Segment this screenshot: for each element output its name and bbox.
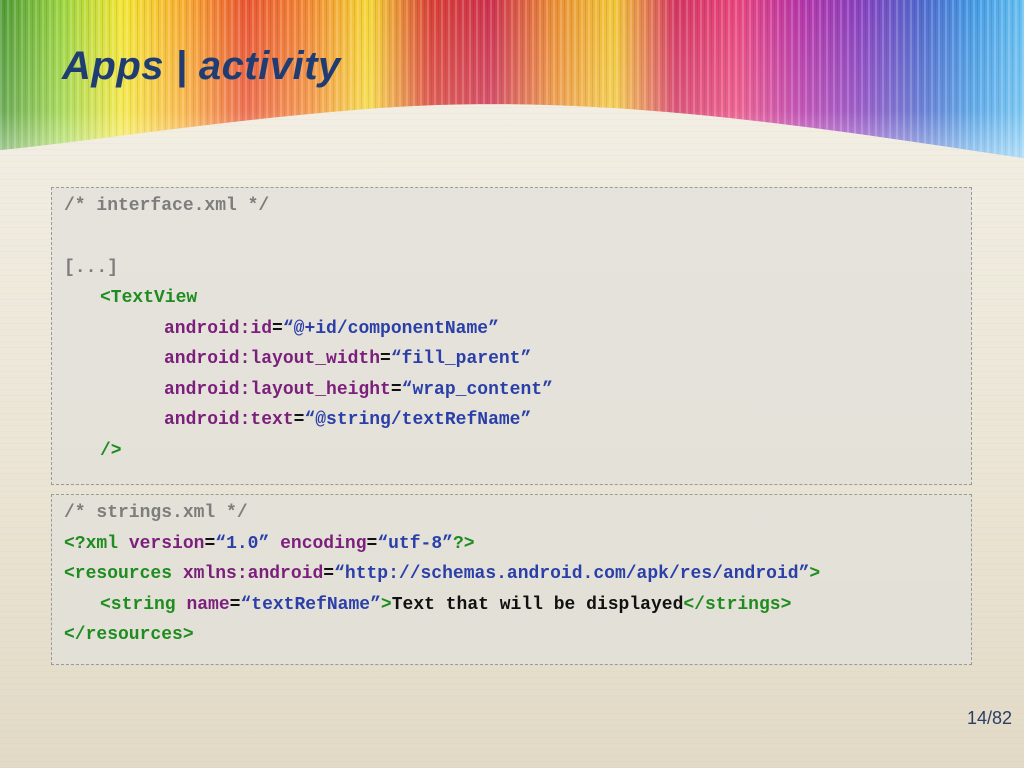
code-attribute-line: android:id=“@+id/componentName”	[164, 319, 499, 339]
code-open-tag: <TextView	[100, 288, 198, 308]
strings-xml-code-block: /* strings.xml */ <?xml version=“1.0” en…	[51, 494, 972, 665]
code-ellipsis: [...]	[64, 258, 119, 278]
slide-title: Apps | activity	[62, 44, 341, 88]
code-xml-declaration: <?xml version=“1.0” encoding=“utf-8”?>	[64, 534, 475, 554]
code-resources-open: <resources xmlns:android=“http://schemas…	[64, 564, 821, 584]
code-string-element: <string name=“textRefName”>Text that wil…	[100, 595, 792, 615]
code-attribute-line: android:text=“@string/textRefName”	[164, 410, 532, 430]
page-number: 14/82	[966, 708, 1012, 728]
code-attribute-line: android:layout_width=“fill_parent”	[164, 349, 532, 369]
interface-xml-code-block: /* interface.xml */ [...] <TextView andr…	[51, 187, 972, 485]
code-attribute-line: android:layout_height=“wrap_content”	[164, 380, 553, 400]
code-close-tag: />	[100, 441, 122, 461]
code-resources-close: </resources>	[64, 625, 194, 645]
code-comment: /* strings.xml */	[64, 503, 248, 523]
code-comment: /* interface.xml */	[64, 196, 270, 216]
